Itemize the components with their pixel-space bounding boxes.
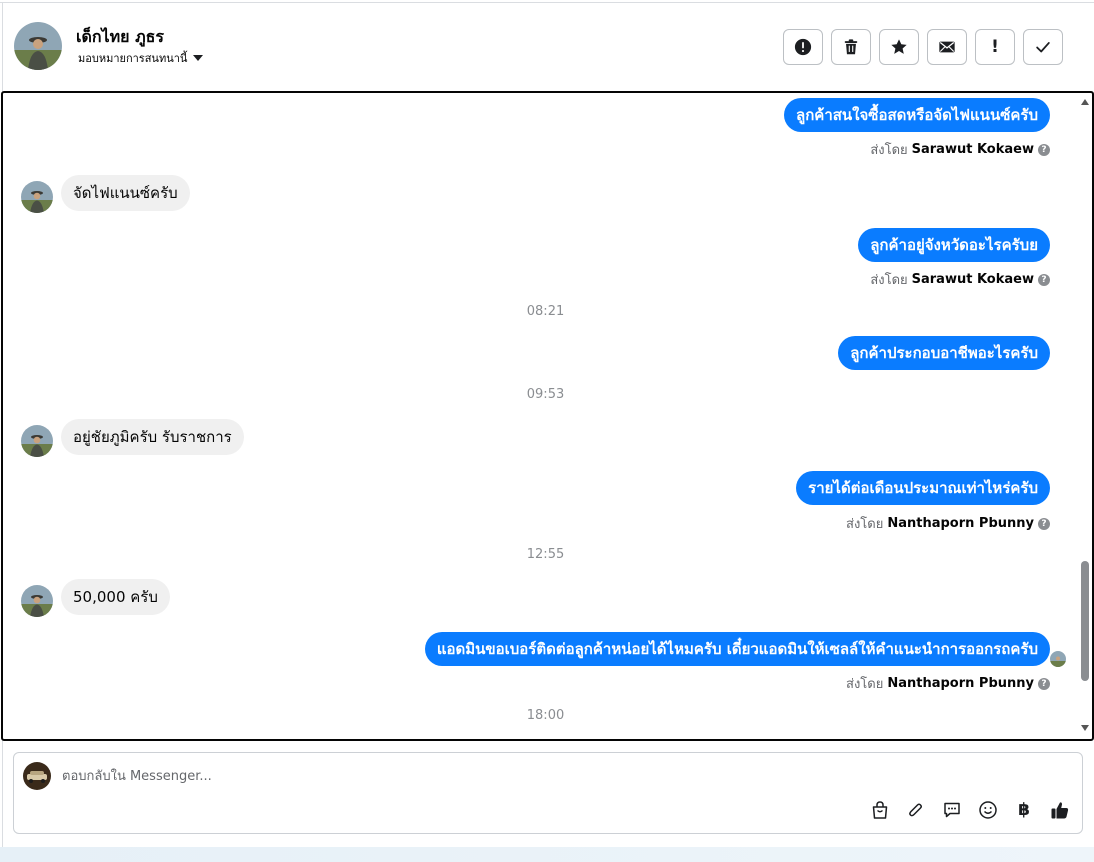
sender-name: Sarawut Kokaew (911, 142, 1034, 157)
sent-by-label: ส่งโดย Sarawut Kokaew ? (870, 269, 1050, 290)
shopping-bag-button[interactable] (869, 799, 891, 821)
sender-name: Nanthaporn Pbunny (887, 516, 1034, 531)
sent-by-prefix: ส่งโดย (870, 273, 908, 288)
alert-circle-icon (794, 38, 812, 56)
help-icon[interactable]: ? (1038, 143, 1050, 156)
reply-composer: ฿ (13, 752, 1083, 834)
priority-button[interactable]: ! (975, 29, 1015, 65)
composer-toolbar: ฿ (869, 799, 1071, 821)
incoming-message[interactable]: 50,000 ครับ (61, 579, 170, 615)
incoming-message[interactable]: อยู่ชัยภูมิครับ รับราชการ (61, 419, 244, 455)
done-button[interactable] (1023, 29, 1063, 65)
outgoing-message[interactable]: ลูกค้าสนใจซื้อสดหรือจัดไฟแนนซ์ครับ (784, 98, 1050, 132)
shopping-bag-icon (872, 801, 888, 819)
delete-button[interactable] (831, 29, 871, 65)
contact-avatar-small (21, 181, 53, 213)
attach-button[interactable] (905, 799, 927, 821)
incoming-message[interactable]: จัดไฟแนนซ์ครับ (61, 175, 190, 211)
envelope-icon (939, 41, 955, 53)
mark-unread-button[interactable] (927, 29, 967, 65)
outgoing-message[interactable]: ลูกค้าประกอบอาชีพอะไรครับ (838, 336, 1050, 370)
reply-input[interactable] (62, 765, 962, 787)
help-icon[interactable]: ? (1038, 517, 1050, 530)
scroll-down-arrow-icon[interactable] (1081, 725, 1089, 731)
follow-up-button[interactable] (879, 29, 919, 65)
payment-button[interactable]: ฿ (1013, 799, 1035, 821)
timestamp: 08:21 (526, 304, 565, 319)
trash-icon (844, 39, 858, 55)
paperclip-icon (909, 803, 922, 817)
seen-avatar (1050, 651, 1066, 667)
sent-by-prefix: ส่งโดย (846, 677, 884, 692)
header-actions: ! (783, 29, 1063, 65)
assign-conversation-dropdown[interactable]: มอบหมายการสนทนานี้ (78, 49, 204, 67)
timestamp: 18:00 (526, 708, 565, 723)
inbox-conversation-view: เด็กไทย ภูธร มอบหมายการสนทนานี้ ! ลูกค้า… (0, 0, 1094, 862)
spam-button[interactable] (783, 29, 823, 65)
scroll-up-arrow-icon[interactable] (1081, 99, 1089, 105)
sent-by-label: ส่งโดย Nanthaporn Pbunny ? (846, 513, 1050, 534)
caret-down-icon (193, 55, 204, 61)
timestamp: 09:53 (526, 387, 565, 402)
star-icon (891, 39, 907, 54)
saved-reply-button[interactable] (941, 799, 963, 821)
help-icon[interactable]: ? (1038, 273, 1050, 286)
contact-avatar-small (21, 585, 53, 617)
timestamp: 12:55 (526, 547, 565, 562)
like-button[interactable] (1049, 799, 1071, 821)
check-icon (1036, 42, 1050, 53)
contact-avatar-small (21, 425, 53, 457)
sent-by-label: ส่งโดย Sarawut Kokaew ? (870, 139, 1050, 160)
scrollbar-thumb[interactable] (1081, 561, 1089, 681)
message-thread[interactable]: ลูกค้าสนใจซื้อสดหรือจัดไฟแนนซ์ครับ ส่งโด… (1, 91, 1094, 741)
outgoing-message[interactable]: แอดมินขอเบอร์ติดต่อลูกค้าหน่อยได้ไหมครับ… (424, 632, 1050, 666)
page-footer-band (0, 847, 1094, 862)
conversation-header: เด็กไทย ภูธร มอบหมายการสนทนานี้ ! (3, 3, 1094, 91)
exclamation-icon: ! (991, 37, 999, 57)
sent-by-prefix: ส่งโดย (870, 143, 908, 158)
page-avatar (23, 762, 51, 790)
help-icon[interactable]: ? (1038, 677, 1050, 690)
emoji-icon (979, 801, 997, 819)
contact-name[interactable]: เด็กไทย ภูธร (76, 25, 164, 50)
assign-label: มอบหมายการสนทนานี้ (78, 52, 188, 65)
baht-icon: ฿ (1018, 800, 1030, 820)
sent-by-label: ส่งโดย Nanthaporn Pbunny ? (846, 673, 1050, 694)
contact-avatar[interactable] (14, 22, 62, 70)
sent-by-prefix: ส่งโดย (846, 517, 884, 532)
emoji-button[interactable] (977, 799, 999, 821)
outgoing-message[interactable]: รายได้ต่อเดือนประมาณเท่าไหร่ครับ (796, 471, 1050, 505)
outgoing-message[interactable]: ลูกค้าอยู่จังหวัดอะไรครับย (858, 228, 1050, 262)
thumbs-up-icon (1051, 802, 1069, 819)
saved-reply-icon (944, 802, 960, 818)
sender-name: Nanthaporn Pbunny (887, 676, 1034, 691)
sender-name: Sarawut Kokaew (911, 272, 1034, 287)
